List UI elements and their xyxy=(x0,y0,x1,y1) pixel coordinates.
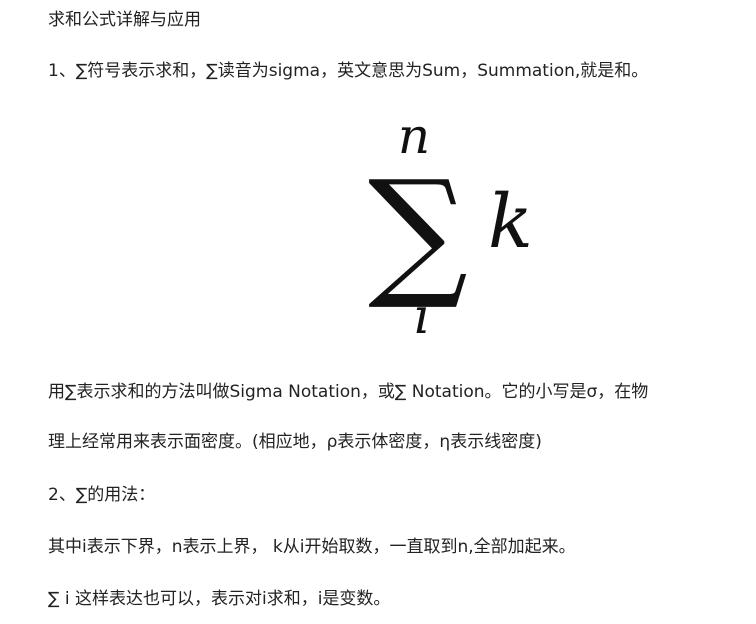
paragraph-notation-line-1: 用∑表示求和的方法叫做Sigma Notation，或∑ Notation。它的… xyxy=(48,382,649,402)
paragraph-notation-line-2: 理上经常用来表示面密度。(相应地，ρ表示体密度，η表示线密度) xyxy=(48,432,542,452)
formula-lower-bound: i xyxy=(414,287,430,345)
paragraph-usage-heading: 2、∑的用法： xyxy=(48,485,156,505)
summation-formula: n ∑ k i xyxy=(368,110,533,345)
paragraph-variable: ∑ i 这样表达也可以，表示对i求和，i是变数。 xyxy=(48,589,391,609)
formula-term: k xyxy=(488,179,533,265)
article-title: 求和公式详解与应用 xyxy=(48,10,201,30)
paragraph-definition: 1、∑符号表示求和，∑读音为sigma，英文意思为Sum，Summation,就… xyxy=(48,61,649,81)
paragraph-bounds: 其中i表示下界，n表示上界， k从i开始取数，一直取到n,全部加起来。 xyxy=(48,537,576,557)
